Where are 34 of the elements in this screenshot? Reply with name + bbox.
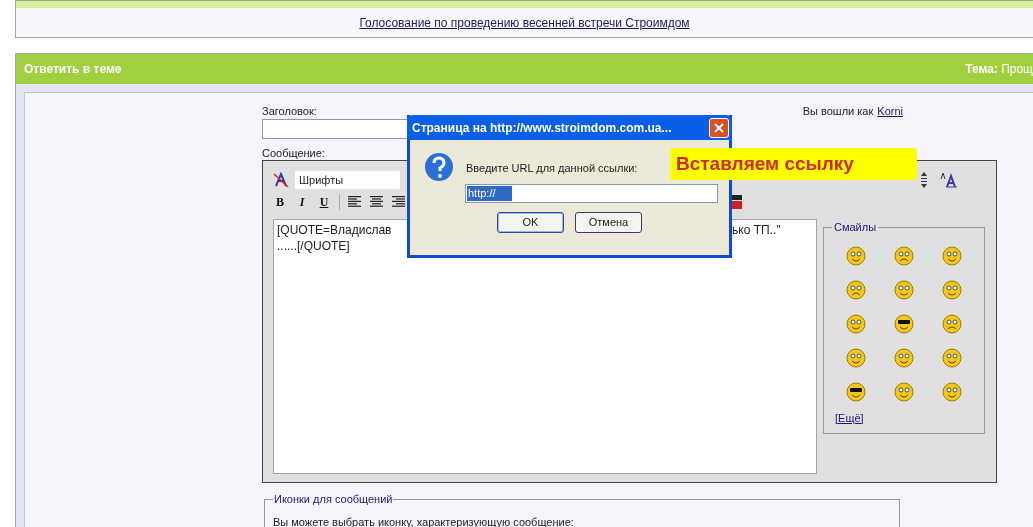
smiley-icon[interactable] — [893, 311, 915, 334]
panel-title: Ответить в теме — [24, 61, 122, 78]
format-button[interactable]: I — [295, 193, 309, 211]
message-text: ько ТП.." — [732, 222, 781, 238]
logged-in-text: Вы вошли как — [802, 104, 874, 117]
resize-arrows-icon[interactable] — [920, 171, 928, 189]
message-text: [QUOTE=Владислав — [277, 223, 392, 237]
topic-label: Тема: Прощ — [965, 61, 1033, 78]
font-select[interactable]: Шрифты — [295, 171, 400, 189]
user-link[interactable]: Korni — [877, 103, 903, 117]
format-button[interactable]: U — [317, 193, 331, 211]
format-button[interactable]: B — [273, 193, 287, 211]
dialog-title: Страница на http://www.stroimdom.com.ua... — [412, 119, 672, 137]
align-icon[interactable] — [348, 196, 362, 208]
text-size-icon[interactable] — [940, 172, 958, 188]
poll-link[interactable]: Голосование по проведению весенней встречи Строимдом — [359, 13, 690, 32]
post-icons-hint: Вы можете выбрать иконку, характеризующую сообщение: — [273, 514, 575, 527]
post-icons-legend: Иконки для сообщений — [273, 491, 394, 508]
message-text: ......[/QUOTE] — [277, 239, 350, 253]
question-icon — [424, 152, 454, 182]
dialog-prompt: Введите URL для данной ссылки: — [466, 161, 638, 176]
close-button[interactable] — [709, 117, 729, 138]
annotation-label: Вставляем ссылку — [670, 148, 917, 180]
subject-label: Заголовок: — [262, 104, 317, 117]
align-icon[interactable] — [370, 196, 384, 208]
message-label: Сообщение: — [262, 146, 326, 159]
dialog-button[interactable]: Отмена — [575, 212, 642, 233]
smiley-icon[interactable] — [845, 379, 867, 402]
font-remove-icon[interactable] — [273, 172, 289, 188]
close-icon — [714, 122, 724, 133]
smileys-legend: Смайлы — [832, 219, 879, 236]
more-smileys-link[interactable]: [Ещё] — [835, 411, 864, 424]
align-icon[interactable] — [392, 196, 406, 208]
dialog-button[interactable]: OK — [497, 212, 564, 233]
